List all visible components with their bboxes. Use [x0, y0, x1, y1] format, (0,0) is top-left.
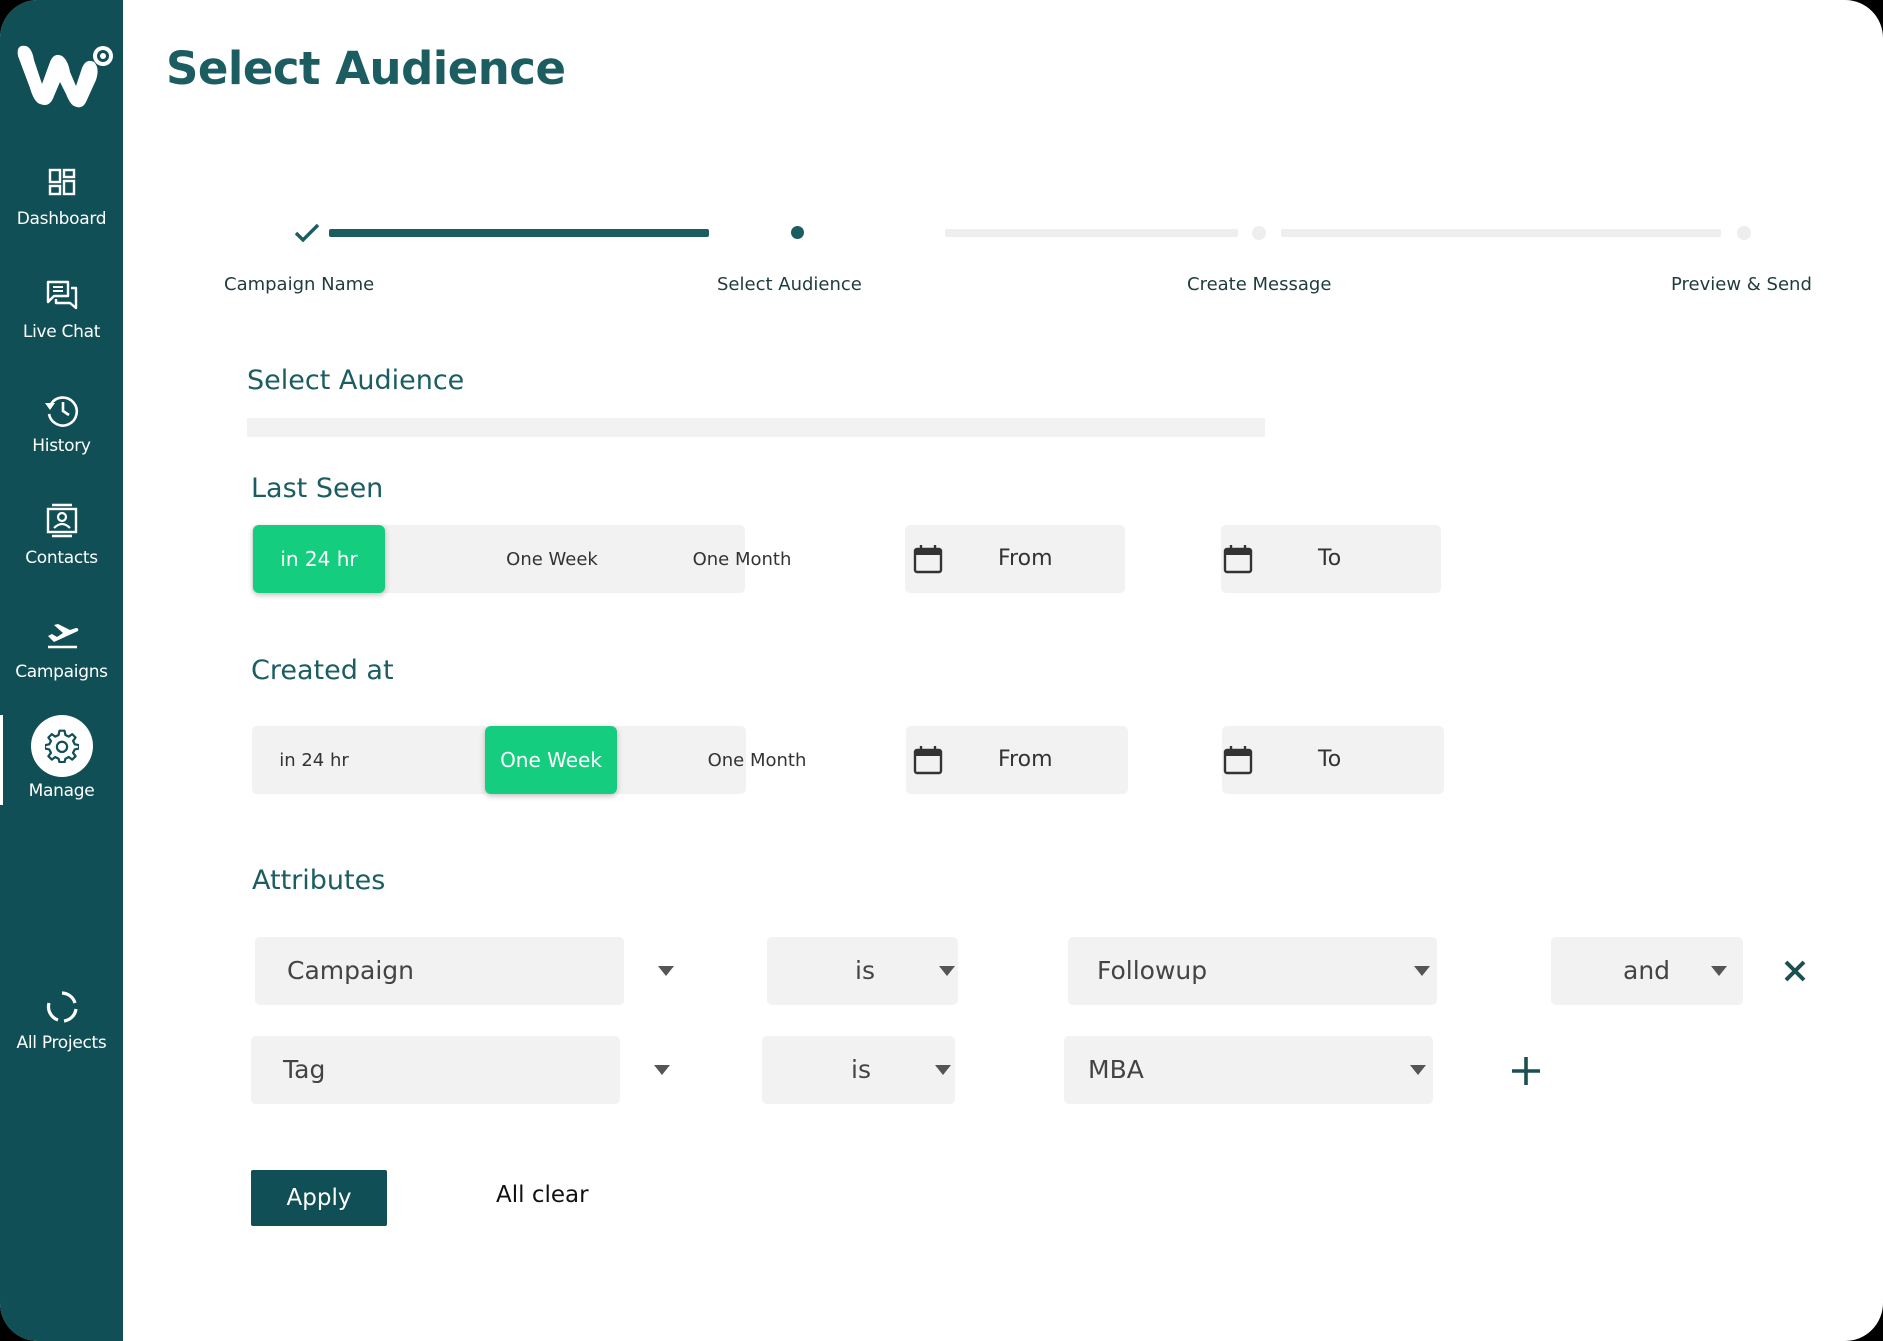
sidebar-item-history[interactable]: History [0, 390, 123, 480]
sidebar-item-contacts[interactable]: Contacts [0, 502, 123, 592]
chevron-down-icon[interactable] [654, 1065, 670, 1075]
sidebar-item-label: All Projects [16, 1033, 107, 1053]
to-label: To [1318, 546, 1342, 571]
sidebar-item-manage[interactable]: Manage [0, 715, 123, 805]
last-seen-option-24hr[interactable]: in 24 hr [253, 525, 385, 593]
created-at-to-date[interactable]: To [1222, 726, 1444, 794]
apply-button[interactable]: Apply [251, 1170, 387, 1226]
sidebar-item-all-projects[interactable]: All Projects [0, 987, 123, 1077]
wati-logo-icon[interactable] [12, 38, 116, 110]
created-at-segmented: in 24 hr One Week One Month [252, 726, 806, 794]
active-indicator [30, 715, 93, 777]
select-value: Campaign [287, 956, 414, 985]
created-at-option-month[interactable]: One Month [682, 726, 832, 794]
progress-stepper: Campaign Name Select Audience Create Mes… [0, 200, 1883, 310]
attribute-operator-select[interactable]: is [767, 937, 958, 1005]
section-divider [247, 418, 1265, 437]
app-window: Dashboard Live Chat History Contacts Cam… [0, 0, 1883, 1341]
step-progress-pending [945, 229, 1238, 237]
step-label-select-audience[interactable]: Select Audience [717, 274, 862, 295]
step-dot-upcoming [1252, 226, 1266, 240]
sidebar-item-campaigns[interactable]: Campaigns [0, 616, 123, 706]
attribute-field-select[interactable]: Tag [251, 1036, 620, 1104]
last-seen-segmented: in 24 hr One Week One Month [252, 525, 791, 593]
step-dot-current [791, 226, 804, 239]
created-at-option-24hr[interactable]: in 24 hr [258, 726, 370, 794]
history-icon [44, 396, 78, 427]
select-value: Tag [283, 1055, 326, 1084]
attribute-value-select[interactable]: Followup [1068, 937, 1437, 1005]
chevron-down-icon [1711, 966, 1727, 976]
sidebar-item-label: Live Chat [22, 322, 101, 342]
select-value: MBA [1088, 1055, 1144, 1084]
select-value: is [855, 956, 875, 985]
attribute-field-select[interactable]: Campaign [255, 937, 624, 1005]
step-progress-done [329, 229, 709, 237]
page-title: Select Audience [166, 42, 566, 95]
sidebar-item-label: History [32, 436, 91, 456]
plane-icon [47, 624, 78, 649]
chevron-down-icon [939, 966, 955, 976]
step-label-campaign-name[interactable]: Campaign Name [224, 274, 374, 295]
chevron-down-icon [935, 1065, 951, 1075]
contacts-icon [46, 503, 77, 538]
projects-icon [46, 991, 78, 1023]
attributes-title: Attributes [252, 865, 386, 896]
select-value: and [1623, 956, 1671, 985]
chevron-down-icon[interactable] [658, 966, 674, 976]
add-icon[interactable] [1510, 1055, 1542, 1087]
chevron-down-icon [1410, 1065, 1426, 1075]
calendar-icon [1223, 746, 1253, 775]
step-label-create-message[interactable]: Create Message [1187, 274, 1331, 295]
calendar-icon [1223, 545, 1253, 574]
attribute-operator-select[interactable]: is [762, 1036, 955, 1104]
step-progress-pending [1281, 229, 1721, 237]
clear-all-link[interactable]: All clear [496, 1182, 589, 1208]
last-seen-title: Last Seen [251, 473, 384, 504]
from-label: From [998, 546, 1053, 571]
check-icon [294, 223, 320, 243]
step-label-preview-send[interactable]: Preview & Send [1671, 274, 1812, 295]
sidebar-item-label: Campaigns [15, 662, 108, 682]
last-seen-from-date[interactable]: From [905, 525, 1125, 593]
select-value: is [851, 1055, 871, 1084]
to-label: To [1318, 747, 1342, 772]
sidebar-item-label: Contacts [25, 548, 98, 568]
chevron-down-icon [1414, 966, 1430, 976]
from-label: From [998, 747, 1053, 772]
calendar-icon [913, 746, 943, 775]
last-seen-option-week[interactable]: One Week [487, 525, 617, 593]
audience-heading: Select Audience [247, 365, 465, 396]
attribute-conjunction-select[interactable]: and [1551, 937, 1743, 1005]
created-at-title: Created at [251, 655, 394, 686]
created-at-from-date[interactable]: From [906, 726, 1128, 794]
step-dot-upcoming [1737, 226, 1751, 240]
last-seen-option-month[interactable]: One Month [667, 525, 817, 593]
dashboard-icon [48, 168, 75, 196]
gear-icon [44, 729, 79, 763]
last-seen-to-date[interactable]: To [1221, 525, 1441, 593]
sidebar-item-label: Manage [28, 781, 95, 801]
select-value: Followup [1097, 956, 1208, 985]
calendar-icon [913, 545, 943, 574]
created-at-option-week[interactable]: One Week [485, 726, 617, 794]
attribute-value-select[interactable]: MBA [1064, 1036, 1433, 1104]
close-icon[interactable] [1783, 959, 1807, 983]
